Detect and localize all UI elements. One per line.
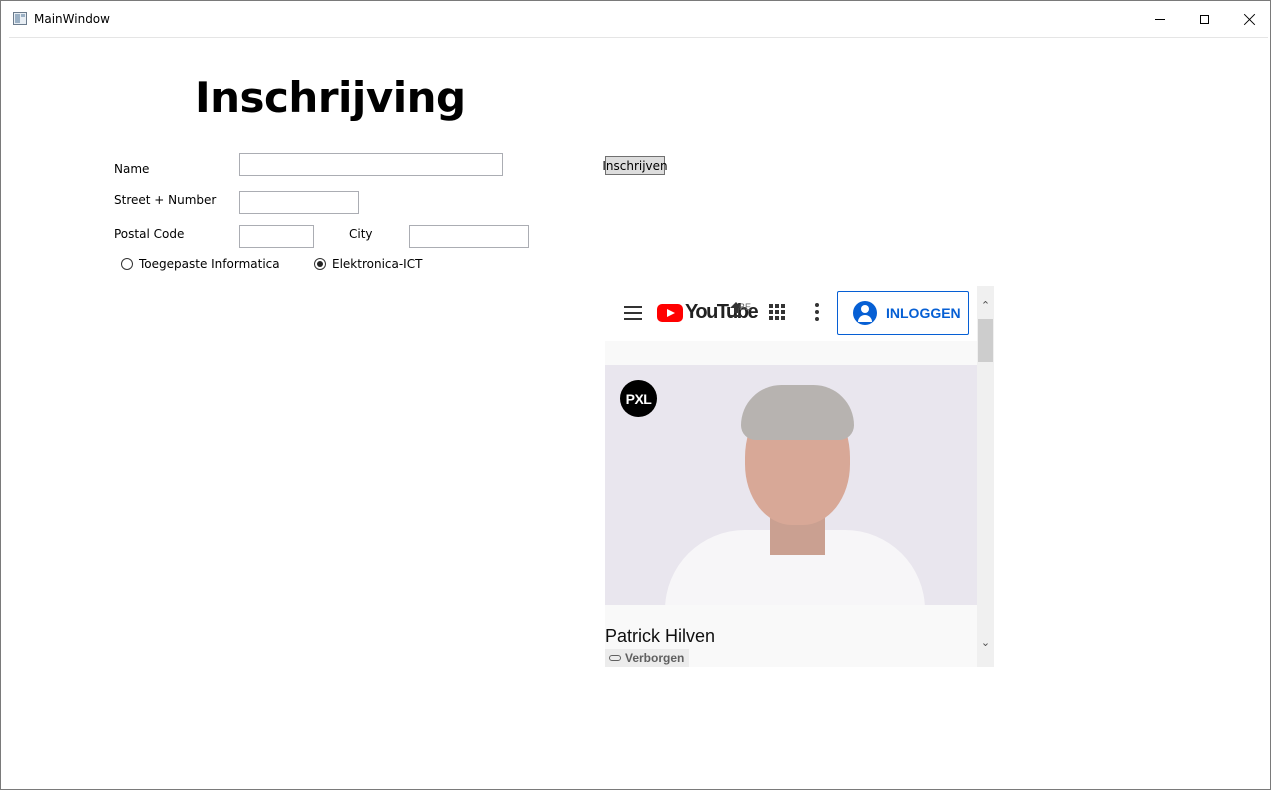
more-vert-icon[interactable] xyxy=(815,303,819,321)
hamburger-icon[interactable] xyxy=(624,306,642,320)
youtube-header: YouTube BE INLOGGEN xyxy=(605,286,977,341)
title-divider xyxy=(9,37,1268,38)
radio-elektronica-ict[interactable] xyxy=(314,258,326,270)
account-icon xyxy=(853,301,877,325)
browser-scrollbar[interactable]: ⌃ ⌄ xyxy=(977,286,994,667)
name-label: Name xyxy=(114,162,150,176)
login-label: INLOGGEN xyxy=(886,305,961,321)
postal-code-input[interactable] xyxy=(239,225,314,248)
visibility-label: Verborgen xyxy=(625,651,685,665)
radio-label-toegepaste-informatica[interactable]: Toegepaste Informatica xyxy=(139,257,280,271)
video-person-hair xyxy=(741,385,854,440)
region-code: BE xyxy=(739,302,752,312)
postal-code-label: Postal Code xyxy=(114,227,185,241)
scrollbar-thumb[interactable] xyxy=(978,319,993,362)
window-title: MainWindow xyxy=(34,12,110,26)
name-input[interactable] xyxy=(239,153,503,176)
login-button[interactable]: INLOGGEN xyxy=(837,291,969,335)
main-window: MainWindow Inschrijving Name Street + Nu… xyxy=(0,0,1271,790)
channel-logo[interactable]: PXL xyxy=(620,380,657,417)
minimize-button[interactable] xyxy=(1137,1,1182,37)
maximize-icon xyxy=(1200,14,1209,24)
visibility-badge: Verborgen xyxy=(605,649,690,667)
inschrijven-button[interactable]: Inschrijven xyxy=(602,156,668,175)
web-browser[interactable]: YouTube BE INLOGGEN PXL Patrick Hilven V… xyxy=(605,286,994,667)
title-bar[interactable]: MainWindow xyxy=(1,1,1270,37)
youtube-logo-icon[interactable] xyxy=(657,304,683,322)
minimize-icon xyxy=(1154,18,1165,20)
scroll-down-icon[interactable]: ⌄ xyxy=(980,638,991,649)
window-icon xyxy=(13,12,27,25)
page-title: Inschrijving xyxy=(195,73,466,122)
link-icon xyxy=(609,655,621,661)
radio-label-elektronica-ict[interactable]: Elektronica-ICT xyxy=(332,257,422,271)
radio-toegepaste-informatica[interactable] xyxy=(121,258,133,270)
video-player[interactable]: PXL xyxy=(605,365,977,605)
video-title[interactable]: Patrick Hilven xyxy=(605,626,715,647)
street-label: Street + Number xyxy=(114,193,217,207)
city-label: City xyxy=(349,227,373,241)
maximize-button[interactable] xyxy=(1182,1,1227,37)
street-input[interactable] xyxy=(239,191,359,214)
close-icon xyxy=(1244,13,1256,25)
city-input[interactable] xyxy=(409,225,529,248)
apps-grid-icon[interactable] xyxy=(769,304,785,320)
scroll-up-icon[interactable]: ⌃ xyxy=(980,301,991,312)
close-button[interactable] xyxy=(1227,1,1272,37)
